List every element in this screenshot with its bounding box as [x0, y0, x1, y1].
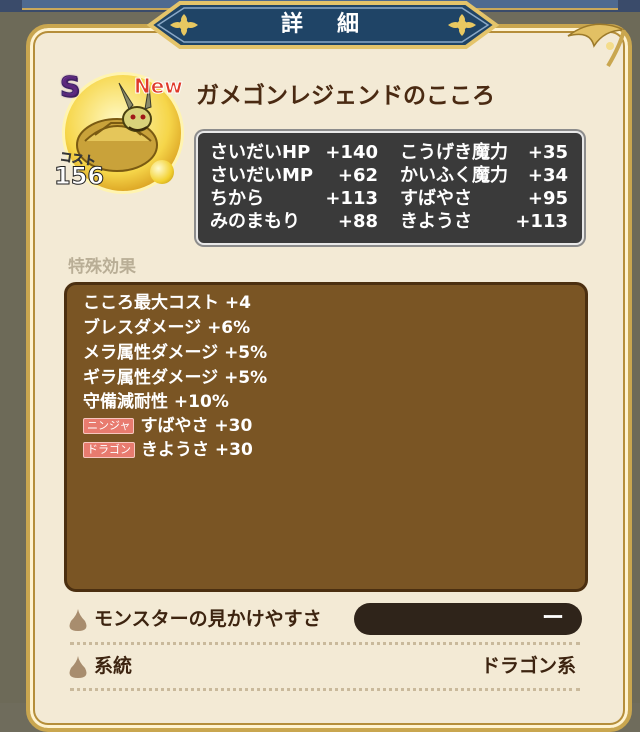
stat-row: こうげき魔力 +35 [400, 141, 568, 165]
effect-item: ドラゴン きようさ +30 [83, 438, 253, 462]
special-effects-label: 特殊効果 [68, 257, 136, 277]
stat-row: ちから +113 [210, 187, 378, 211]
visibility-label: モンスターの見かけやすさ [94, 608, 322, 630]
divider [70, 642, 580, 645]
effect-item: ブレスダメージ +6% [83, 318, 251, 338]
monster-name: ガメゴンレジェンドのこころ [196, 83, 495, 109]
page-title: 詳 細 [280, 12, 365, 37]
stat-label: さいだいMP [210, 165, 314, 186]
family-value: ドラゴン系 [480, 655, 576, 677]
header-ribbon: 詳 細 [140, 0, 506, 50]
stat-label: ちから [210, 188, 264, 209]
onion-bullet-icon [69, 609, 87, 631]
gold-orb-icon [150, 160, 174, 184]
effect-text: すばやさ +30 [140, 416, 253, 436]
stat-row: みのまもり +88 [210, 210, 378, 234]
special-effects-box: こころ最大コスト +4 ブレスダメージ +6% メラ属性ダメージ +5% ギラ属… [64, 282, 588, 592]
stat-value: +35 [527, 142, 568, 163]
stat-label: こうげき魔力 [400, 142, 508, 163]
stat-label: すばやさ [400, 188, 472, 209]
effect-item: こころ最大コスト +4 [83, 293, 251, 313]
corner-ornament-icon [567, 23, 626, 68]
visibility-slider[interactable]: ー [354, 603, 582, 635]
stats-box: さいだいHP +140 さいだいMP +62 ちから +113 みのまもり +88 こう… [196, 131, 584, 245]
stat-row: さいだいHP +140 [210, 141, 378, 165]
stat-value: +95 [527, 188, 568, 209]
stat-value: +88 [337, 211, 378, 232]
ninja-tag: ニンジャ [83, 418, 135, 434]
stat-value: +113 [515, 211, 568, 232]
stat-label: かいふく魔力 [400, 165, 508, 186]
stat-label: きようさ [400, 211, 472, 232]
effect-item: メラ属性ダメージ +5% [83, 343, 268, 363]
stat-value: +140 [325, 142, 378, 163]
stat-label: さいだいHP [210, 142, 311, 163]
effect-text: きようさ +30 [141, 440, 253, 460]
effect-item: ギラ属性ダメージ +5% [83, 368, 268, 388]
effect-item: 守備減耐性 +10% [83, 392, 229, 412]
family-row: 系統 ドラゴン系 [64, 648, 584, 684]
rank-badge: S [59, 70, 81, 104]
stat-value: +62 [337, 165, 378, 186]
stat-value: +113 [325, 188, 378, 209]
dragon-tag: ドラゴン [83, 442, 135, 458]
new-badge: New [134, 74, 184, 99]
stat-row: すばやさ +95 [400, 187, 568, 211]
stat-row: さいだいMP +62 [210, 164, 378, 188]
visibility-value: ー [541, 606, 564, 631]
divider [70, 688, 580, 691]
family-label: 系統 [94, 655, 133, 677]
effect-item: ニンジャ すばやさ +30 [83, 414, 252, 438]
cost-value: 156 [53, 162, 105, 191]
stat-row: きようさ +113 [400, 210, 568, 234]
onion-bullet-icon [69, 656, 87, 678]
stat-value: +34 [527, 165, 568, 186]
stat-label: みのまもり [210, 211, 300, 232]
visibility-row: モンスターの見かけやすさ ー [64, 601, 584, 637]
stat-row: かいふく魔力 +34 [400, 164, 568, 188]
